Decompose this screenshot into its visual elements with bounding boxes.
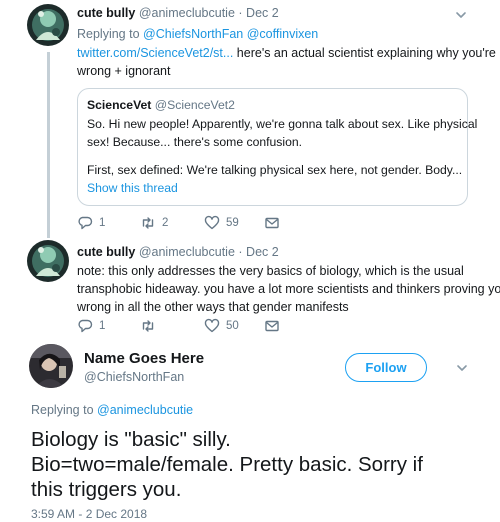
avatar-image — [29, 344, 73, 388]
retweet-icon — [142, 320, 154, 332]
reply-icon — [78, 216, 93, 230]
reply-count: 1 — [99, 217, 106, 229]
tweet-text: here's an actual scientist explaining wh… — [233, 46, 496, 60]
author-handle[interactable]: @animeclubcutie — [139, 245, 235, 259]
retweet-button[interactable]: 2 — [140, 215, 168, 231]
author-name[interactable]: cute bully — [77, 245, 135, 259]
like-button[interactable]: 50 — [204, 318, 239, 334]
quote-header: ScienceVet @ScienceVet2 — [87, 97, 235, 114]
tweet-text-line: twitter.com/ScienceVet2/st... here's an … — [77, 44, 496, 62]
dm-button[interactable] — [264, 318, 280, 334]
avatar-image — [27, 4, 69, 46]
tweet-link[interactable]: twitter.com/ScienceVet2/st... — [77, 46, 233, 60]
tweet1-actions: 1 2 59 — [77, 215, 337, 233]
envelope-icon — [265, 320, 279, 332]
tweet-text-line: wrong in all the other ways that gender … — [77, 300, 349, 314]
reply-icon — [78, 319, 93, 333]
chevron-down-icon[interactable] — [455, 361, 469, 375]
quote-author-handle: @ScienceVet2 — [154, 98, 235, 112]
like-count: 59 — [226, 217, 239, 229]
tweet1-header: cute bully @animeclubcutie · Dec 2 — [77, 6, 279, 20]
avatar-image — [27, 240, 69, 282]
retweet-count: 2 — [162, 217, 169, 229]
retweet-button[interactable] — [140, 318, 162, 334]
tweet-text-line: transphobic hideaway. you have a lot mor… — [77, 282, 500, 296]
tweet-text-line: note: this only addresses the very basic… — [77, 264, 464, 278]
quote-text-line: So. Hi new people! Apparently, we're gon… — [87, 117, 478, 131]
heart-icon — [204, 215, 220, 230]
main-timestamp[interactable]: 3:59 AM - 2 Dec 2018 — [31, 505, 147, 522]
tweet2-actions: 1 50 — [77, 318, 337, 336]
thread-line-top — [47, 52, 50, 238]
quoted-tweet[interactable]: ScienceVet @ScienceVet2 So. Hi new peopl… — [77, 88, 477, 206]
follow-button[interactable]: Follow — [345, 353, 427, 382]
replying-prefix: Replying to — [31, 403, 94, 417]
quote-author-name: ScienceVet — [87, 98, 152, 112]
show-thread-link[interactable]: Show this thread — [87, 180, 178, 197]
avatar[interactable] — [27, 240, 69, 282]
author-name[interactable]: cute bully — [77, 6, 135, 20]
main-tweet-text-line: Biology is "basic" silly. — [31, 428, 231, 451]
author-handle[interactable]: @animeclubcutie — [139, 6, 235, 20]
chevron-down-icon[interactable] — [454, 8, 468, 22]
tweet-text-line: wrong + ignorant — [77, 64, 171, 78]
avatar[interactable] — [29, 344, 73, 388]
reply-count: 1 — [99, 320, 106, 332]
separator-dot: · — [238, 6, 243, 20]
replying-to: Replying to @animeclubcutie — [31, 401, 193, 419]
envelope-icon — [265, 217, 279, 229]
reply-button[interactable]: 1 — [77, 215, 105, 231]
quote-text-line: sex! Because... there's some confusion. — [87, 135, 303, 149]
retweet-icon — [142, 217, 154, 229]
like-button[interactable]: 59 — [204, 215, 239, 231]
replying-to-link[interactable]: @animeclubcutie — [97, 403, 193, 417]
separator-dot: · — [238, 245, 243, 259]
dm-button[interactable] — [264, 215, 280, 231]
replying-prefix: Replying to — [77, 27, 140, 41]
quote-text-line: First, sex defined: We're talking physic… — [87, 163, 463, 177]
reply-button[interactable]: 1 — [77, 318, 105, 334]
avatar[interactable] — [27, 4, 69, 46]
replying-to: Replying to @ChiefsNorthFan @coffinvixen — [77, 25, 318, 43]
tweet2-header: cute bully @animeclubcutie · Dec 2 — [77, 245, 279, 259]
main-author-name[interactable]: Name Goes Here — [84, 350, 204, 367]
main-author-handle[interactable]: @ChiefsNorthFan — [84, 370, 184, 384]
like-count: 50 — [226, 320, 239, 332]
replying-to-link[interactable]: @ChiefsNorthFan @coffinvixen — [143, 27, 318, 41]
tweet-date[interactable]: Dec 2 — [246, 6, 279, 20]
main-tweet-text-line: Bio=two=male/female. Pretty basic. Sorry… — [31, 453, 423, 476]
tweet-date[interactable]: Dec 2 — [246, 245, 279, 259]
main-tweet-text-line: this triggers you. — [31, 478, 182, 501]
heart-icon — [204, 318, 220, 333]
